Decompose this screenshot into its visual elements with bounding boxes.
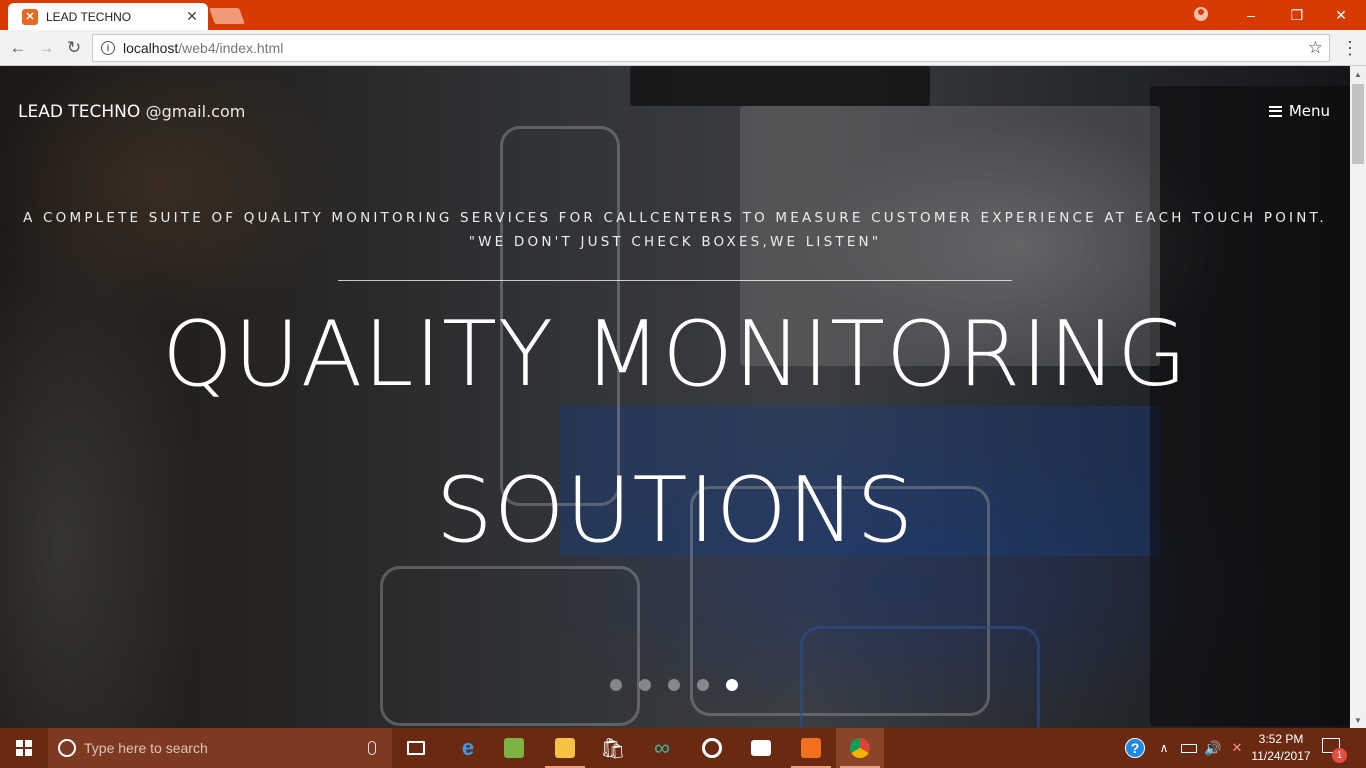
taskbar-search[interactable]: Type here to search bbox=[48, 728, 392, 768]
browser-titlebar: ✕ LEAD TECHNO ✕ – ❐ ✕ bbox=[0, 0, 1366, 30]
hero-divider bbox=[338, 280, 1012, 281]
windows-logo-icon bbox=[16, 740, 32, 756]
xampp-icon[interactable] bbox=[787, 728, 835, 768]
hamburger-icon bbox=[1268, 105, 1282, 117]
system-clock[interactable]: 3:52 PM 11/24/2017 bbox=[1246, 731, 1316, 765]
scroll-up-icon[interactable]: ▲ bbox=[1350, 66, 1366, 82]
back-arrow-icon[interactable]: ← bbox=[6, 36, 30, 60]
file-explorer-icon[interactable] bbox=[541, 728, 589, 768]
brand-name: LEAD TECHNO bbox=[18, 102, 141, 122]
url-host: localhost bbox=[123, 40, 179, 56]
headline-line1: QUALITY MONITORING bbox=[162, 302, 1188, 407]
page-scrollbar[interactable]: ▲ ▼ bbox=[1350, 66, 1366, 728]
show-hidden-icons-chevron-icon[interactable]: ∧ bbox=[1154, 728, 1174, 768]
carousel-dot[interactable] bbox=[639, 679, 651, 691]
windows-taskbar: Type here to search e 🛍 ∞ ? ∧ 🔊 ✕ 3:52 P… bbox=[0, 728, 1366, 768]
help-tray[interactable]: ? bbox=[1122, 728, 1148, 768]
hero-section: LEAD TECHNO @gmail.com Menu A COMPLETE S… bbox=[0, 66, 1350, 728]
tagline-line1: A COMPLETE SUITE OF QUALITY MONITORING S… bbox=[23, 210, 1327, 226]
carousel-dot[interactable] bbox=[726, 679, 738, 691]
edge-icon[interactable]: e bbox=[444, 728, 492, 768]
menu-label: Menu bbox=[1288, 102, 1330, 120]
info-icon[interactable]: i bbox=[101, 41, 115, 55]
microphone-icon[interactable] bbox=[368, 741, 376, 755]
volume-icon[interactable]: 🔊 bbox=[1202, 728, 1224, 768]
tab-close-icon[interactable]: ✕ bbox=[184, 8, 200, 25]
bookmark-star-icon[interactable]: ☆ bbox=[1308, 38, 1323, 58]
battery-icon[interactable] bbox=[1178, 728, 1200, 768]
cortana-icon bbox=[58, 739, 76, 757]
carousel-indicators bbox=[610, 679, 738, 691]
minimize-button[interactable]: – bbox=[1228, 0, 1274, 30]
carousel-dot[interactable] bbox=[610, 679, 622, 691]
address-bar[interactable]: i localhost /web4/index.html ☆ bbox=[92, 34, 1330, 62]
movies-icon[interactable] bbox=[737, 728, 785, 768]
start-button[interactable] bbox=[0, 728, 48, 768]
chrome-icon[interactable] bbox=[836, 728, 884, 768]
headline-line2: SOUTIONS bbox=[435, 458, 915, 563]
maximize-button[interactable]: ❐ bbox=[1274, 0, 1320, 30]
clock-time: 3:52 PM bbox=[1258, 732, 1304, 746]
browser-tab[interactable]: ✕ LEAD TECHNO ✕ bbox=[8, 3, 208, 30]
notepad-icon[interactable] bbox=[490, 728, 538, 768]
menu-button[interactable]: Menu bbox=[1268, 102, 1330, 120]
tab-title: LEAD TECHNO bbox=[46, 9, 132, 24]
new-tab-button[interactable] bbox=[209, 8, 245, 24]
carousel-dot[interactable] bbox=[697, 679, 709, 691]
groove-music-icon[interactable] bbox=[688, 728, 736, 768]
url-path: /web4/index.html bbox=[178, 40, 284, 56]
profile-icon[interactable] bbox=[1194, 7, 1208, 21]
network-disconnected-icon[interactable]: ✕ bbox=[1226, 728, 1248, 768]
scroll-thumb[interactable] bbox=[1352, 84, 1364, 164]
brand-email: @gmail.com bbox=[145, 102, 246, 121]
store-icon[interactable]: 🛍 bbox=[589, 728, 637, 768]
notification-badge: 1 bbox=[1332, 748, 1347, 763]
arduino-icon[interactable]: ∞ bbox=[638, 728, 686, 768]
scroll-down-icon[interactable]: ▼ bbox=[1350, 712, 1366, 728]
close-window-button[interactable]: ✕ bbox=[1318, 0, 1364, 30]
forward-arrow-icon[interactable]: → bbox=[34, 36, 58, 60]
site-brand[interactable]: LEAD TECHNO @gmail.com bbox=[18, 102, 245, 122]
browser-toolbar: ← → ↻ i localhost /web4/index.html ☆ ⋮ bbox=[0, 30, 1366, 66]
task-view-icon[interactable] bbox=[392, 728, 440, 768]
xampp-icon: ✕ bbox=[22, 8, 38, 25]
help-icon: ? bbox=[1125, 738, 1145, 758]
tagline-line2: "WE DON'T JUST CHECK BOXES,WE LISTEN" bbox=[468, 234, 882, 250]
clock-date: 11/24/2017 bbox=[1251, 749, 1311, 763]
reload-icon[interactable]: ↻ bbox=[62, 36, 86, 60]
search-placeholder: Type here to search bbox=[84, 740, 208, 756]
chrome-menu-icon[interactable]: ⋮ bbox=[1340, 36, 1360, 60]
carousel-dot[interactable] bbox=[668, 679, 680, 691]
